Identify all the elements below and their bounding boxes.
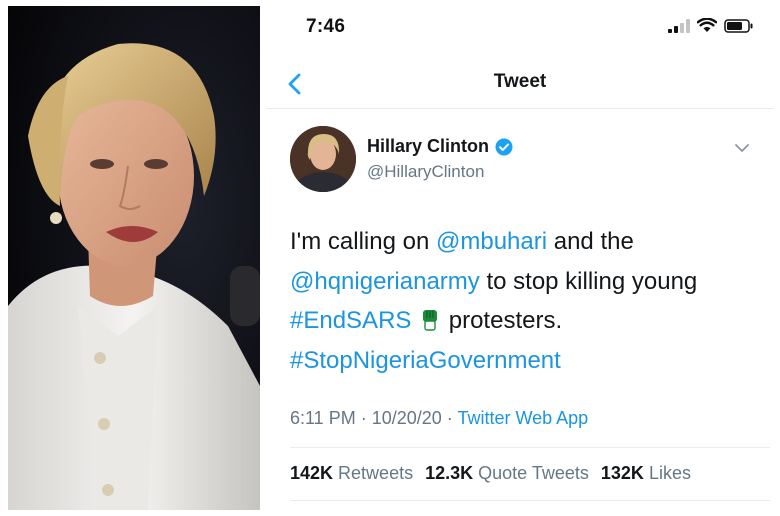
tweet-text: I'm calling on @mbuhari and the @hqniger… (290, 228, 698, 374)
divider (290, 447, 770, 448)
tweet-stats: 142K Retweets 12.3K Quote Tweets 132K Li… (290, 463, 691, 484)
tweet-date: 10/20/20 (371, 408, 442, 428)
battery-icon (724, 18, 753, 33)
mention-mbuhari[interactable]: @mbuhari (436, 228, 547, 255)
hashtag-endsars[interactable]: #EndSARS (290, 307, 411, 334)
retweets-stat[interactable]: 142K Retweets (290, 463, 413, 484)
status-bar: 7:46 (266, 0, 774, 56)
chevron-down-icon[interactable] (732, 138, 752, 158)
hashtag-stopnigeriagovernment[interactable]: #StopNigeriaGovernment (290, 347, 561, 374)
tweet-time: 6:11 PM (290, 408, 356, 428)
verified-badge-icon (495, 138, 513, 155)
likes-stat[interactable]: 132K Likes (601, 463, 691, 484)
portrait-photo (8, 6, 260, 510)
tweet-client-link[interactable]: Twitter Web App (457, 408, 588, 428)
tweet-meta: 6:11 PM · 10/20/20 · Twitter Web App (290, 408, 589, 428)
avatar[interactable] (290, 126, 356, 192)
nav-bar: Tweet (266, 58, 774, 109)
quote-tweets-stat[interactable]: 12.3K Quote Tweets (425, 463, 589, 484)
page-title: Tweet (493, 71, 547, 92)
wifi-icon (697, 18, 717, 32)
status-time: 7:46 (306, 16, 346, 37)
author-handle[interactable]: @HillaryClinton (367, 162, 484, 182)
divider (290, 500, 770, 501)
raised-fist-emoji (423, 310, 438, 331)
signal-icon (668, 18, 690, 33)
author-name[interactable]: Hillary Clinton (367, 136, 489, 157)
mention-hqnigerianarmy[interactable]: @hqnigerianarmy (290, 268, 480, 295)
tweet-screen: 7:46 Tweet Hillary Clinton @HillaryClint… (266, 0, 774, 516)
